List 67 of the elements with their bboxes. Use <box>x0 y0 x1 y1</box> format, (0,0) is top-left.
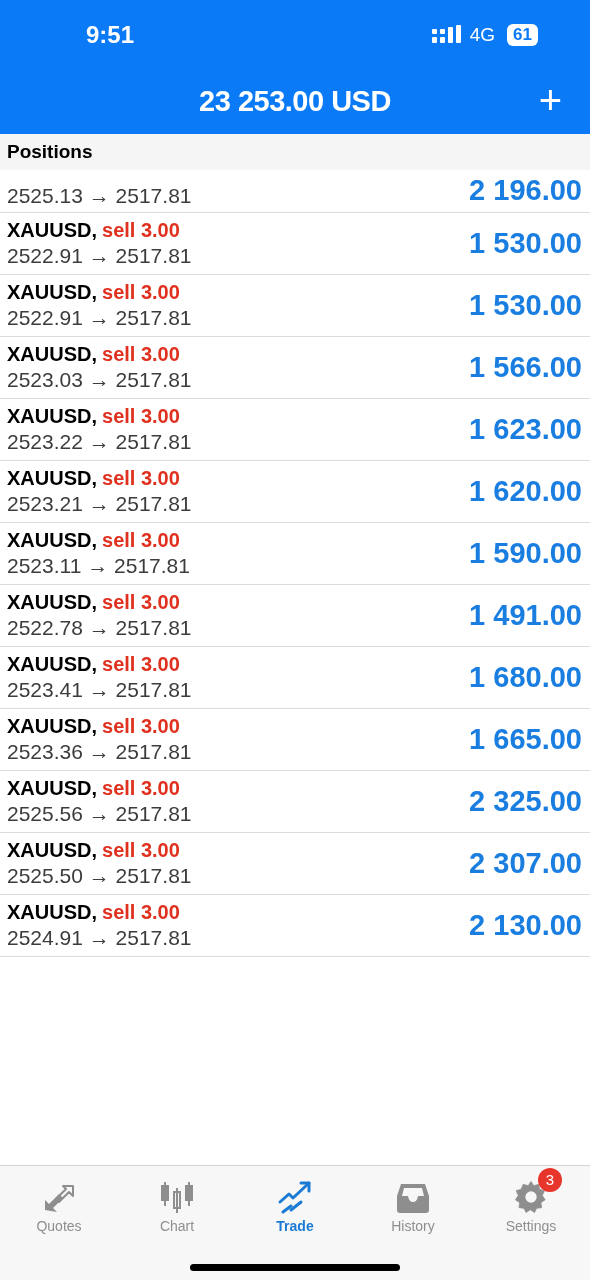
symbol-label: XAUUSD, <box>7 899 97 924</box>
notification-badge: 3 <box>538 1168 562 1192</box>
clock-time: 9:51 <box>86 20 135 50</box>
signal-icon <box>431 25 462 45</box>
order-label: sell 3.00 <box>102 279 180 304</box>
order-label: sell 3.00 <box>102 775 180 800</box>
battery-level: 61 <box>507 24 538 46</box>
profit-value: 2 325.00 <box>469 783 582 819</box>
network-label: 4G <box>469 22 496 47</box>
section-title: Positions <box>7 139 93 164</box>
profit-value: 2 196.00 <box>469 173 582 209</box>
price-range: 2523.36 → 2517.81 <box>7 738 192 765</box>
order-label: sell 3.00 <box>102 465 180 490</box>
inbox-icon <box>395 1182 431 1214</box>
order-label: sell 3.00 <box>102 651 180 676</box>
price-range: 2525.56 → 2517.81 <box>7 800 192 827</box>
profit-value: 1 530.00 <box>469 225 582 261</box>
price-range: 2523.22 → 2517.81 <box>7 428 192 455</box>
symbol-label: XAUUSD, <box>7 651 97 676</box>
order-label: sell 3.00 <box>102 217 180 242</box>
profit-value: 1 665.00 <box>469 721 582 757</box>
symbol-label: XAUUSD, <box>7 589 97 614</box>
order-label: sell 3.00 <box>102 589 180 614</box>
settings-icon <box>514 1180 548 1214</box>
symbol-label: XAUUSD, <box>7 403 97 428</box>
price-range: 2523.21 → 2517.81 <box>7 490 192 517</box>
symbol-label: XAUUSD, <box>7 527 97 552</box>
tab[interactable]: 3 Settings <box>472 1166 590 1237</box>
price-range: 2525.50 → 2517.81 <box>7 862 192 889</box>
order-label: sell 3.00 <box>102 403 180 428</box>
profit-value: 1 530.00 <box>469 287 582 323</box>
profit-value: 1 566.00 <box>469 349 582 385</box>
symbol-label: XAUUSD, <box>7 341 97 366</box>
tab[interactable]: History <box>354 1166 472 1237</box>
price-range: 2525.13 → 2517.81 <box>7 183 192 209</box>
price-range: 2523.11 → 2517.81 <box>7 552 190 579</box>
profit-value: 1 590.00 <box>469 535 582 571</box>
price-range: 2524.91 → 2517.81 <box>7 924 192 951</box>
symbol-label: XAUUSD, <box>7 837 97 862</box>
price-range: 2523.03 → 2517.81 <box>7 366 192 393</box>
symbol-label: XAUUSD, <box>7 465 97 490</box>
price-range: 2522.91 → 2517.81 <box>7 242 192 269</box>
price-range: 2522.78 → 2517.81 <box>7 614 192 641</box>
symbol-label: XAUUSD, <box>7 713 97 738</box>
price-range: 2523.41 → 2517.81 <box>7 676 192 703</box>
symbol-label: XAUUSD, <box>7 775 97 800</box>
profit-value: 2 130.00 <box>469 907 582 943</box>
profit-value: 1 620.00 <box>469 473 582 509</box>
profit-value: 1 623.00 <box>469 411 582 447</box>
order-label: sell 3.00 <box>102 713 180 738</box>
order-label: sell 3.00 <box>102 837 180 862</box>
tab[interactable]: Quotes <box>0 1166 118 1237</box>
symbol-label: XAUUSD, <box>7 279 97 304</box>
profit-value: 1 491.00 <box>469 597 582 633</box>
order-label: sell 3.00 <box>102 341 180 366</box>
tab[interactable]: Chart <box>118 1166 236 1237</box>
candlestick-icon <box>159 1180 195 1214</box>
add-button[interactable]: + <box>538 78 562 122</box>
profit-value: 1 680.00 <box>469 659 582 695</box>
trend-arrow-icon <box>277 1180 313 1214</box>
order-label: sell 3.00 <box>102 899 180 924</box>
symbol-label: XAUUSD, <box>7 217 97 242</box>
order-label: sell 3.00 <box>102 527 180 552</box>
tab[interactable]: Trade <box>236 1166 354 1237</box>
balance-title: 23 253.00 USD <box>199 84 391 120</box>
profit-value: 2 307.00 <box>469 845 582 881</box>
price-range: 2522.91 → 2517.81 <box>7 304 192 331</box>
